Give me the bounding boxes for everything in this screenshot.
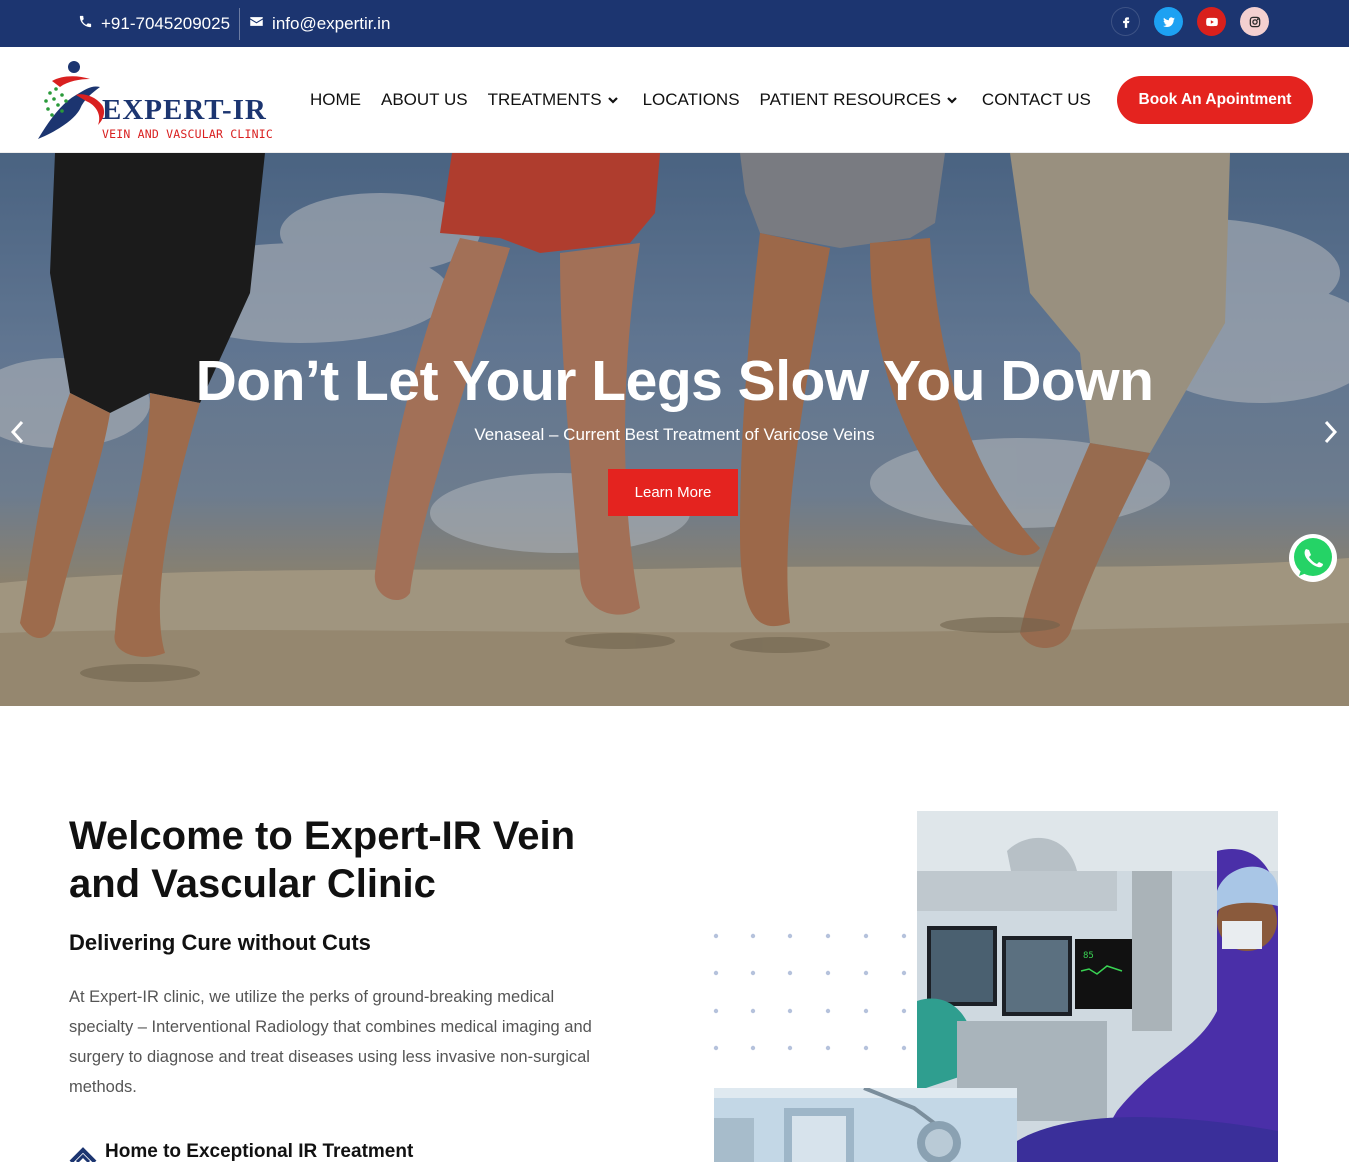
facebook-icon[interactable]: [1111, 7, 1140, 36]
about-title: Welcome to Expert-IR Vein and Vascular C…: [69, 814, 576, 906]
about-tagline: Delivering Cure without Cuts: [69, 930, 371, 955]
nav-label: PATIENT RESOURCES: [759, 90, 941, 109]
chevron-down-icon: [947, 97, 957, 104]
contact-info: +91-7045209025 info@expertir.in: [78, 0, 390, 47]
logo-subtitle: VEIN AND VASCULAR CLINIC: [102, 127, 273, 141]
phone-link[interactable]: +91-7045209025: [78, 14, 230, 34]
learn-more-button[interactable]: Learn More: [608, 469, 738, 516]
feature-label: Home to Exceptional IR Treatment: [105, 1141, 414, 1162]
whatsapp-icon[interactable]: [1287, 532, 1339, 584]
phone-icon: [78, 14, 93, 34]
chevron-right-icon[interactable]: [1318, 417, 1342, 447]
nav-label: TREATMENTS: [487, 90, 602, 109]
chevron-up-icon: [69, 1147, 97, 1162]
nav-label: HOME: [310, 90, 361, 109]
about-body: At Expert-IR clinic, we utilize the perk…: [69, 988, 592, 1096]
email-link[interactable]: info@expertir.in: [249, 14, 390, 34]
dot-pattern: [713, 933, 907, 1051]
nav-label: CONTACT US: [981, 90, 1091, 109]
operating-room-photo: [714, 1088, 1017, 1162]
youtube-icon[interactable]: [1197, 7, 1226, 36]
hero-title: Don’t Let Your Legs Slow You Down: [195, 349, 1154, 413]
nav-item-locations[interactable]: LOCATIONS: [643, 90, 740, 110]
nav-item-treatments[interactable]: TREATMENTS: [488, 90, 619, 110]
nav-item-about-us[interactable]: ABOUT US: [381, 90, 468, 110]
nav-item-patient-resources[interactable]: PATIENT RESOURCES: [760, 90, 958, 110]
logo-wordmark: EXPERT-IR: [102, 94, 267, 126]
top-bar: +91-7045209025 info@expertir.in: [0, 0, 1349, 47]
logo[interactable]: EXPERT-IR VEIN AND VASCULAR CLINIC: [32, 59, 273, 143]
twitter-icon[interactable]: [1154, 7, 1183, 36]
nav-label: LOCATIONS: [642, 90, 740, 109]
instagram-icon[interactable]: [1240, 7, 1269, 36]
svg-text:85: 85: [1083, 951, 1094, 961]
nav-item-contact-us[interactable]: CONTACT US: [982, 90, 1091, 110]
chevron-down-icon: [607, 97, 618, 104]
envelope-icon: [249, 14, 264, 34]
book-appointment-button[interactable]: Book An Apointment: [1117, 76, 1313, 124]
operating-room-image: [714, 1088, 1017, 1162]
nav-item-home[interactable]: HOME: [310, 90, 361, 110]
runner-logo-icon: [38, 61, 105, 139]
phone-number: +91-7045209025: [101, 13, 231, 33]
site-header: EXPERT-IR VEIN AND VASCULAR CLINIC HOME …: [0, 47, 1349, 153]
chevron-left-icon[interactable]: [6, 417, 30, 447]
nav-label: ABOUT US: [381, 90, 468, 109]
email-address: info@expertir.in: [272, 13, 391, 33]
main-nav: HOME ABOUT US TREATMENTS LOCATIONS PATIE…: [310, 47, 1111, 153]
hero-subtitle: Venaseal – Current Best Treatment of Var…: [474, 425, 875, 444]
hero-slider: Don’t Let Your Legs Slow You Down Venase…: [0, 153, 1349, 706]
divider: [239, 7, 241, 40]
social-links: [1111, 7, 1269, 36]
feature-item: Home to Exceptional IR Treatment: [69, 1140, 413, 1162]
